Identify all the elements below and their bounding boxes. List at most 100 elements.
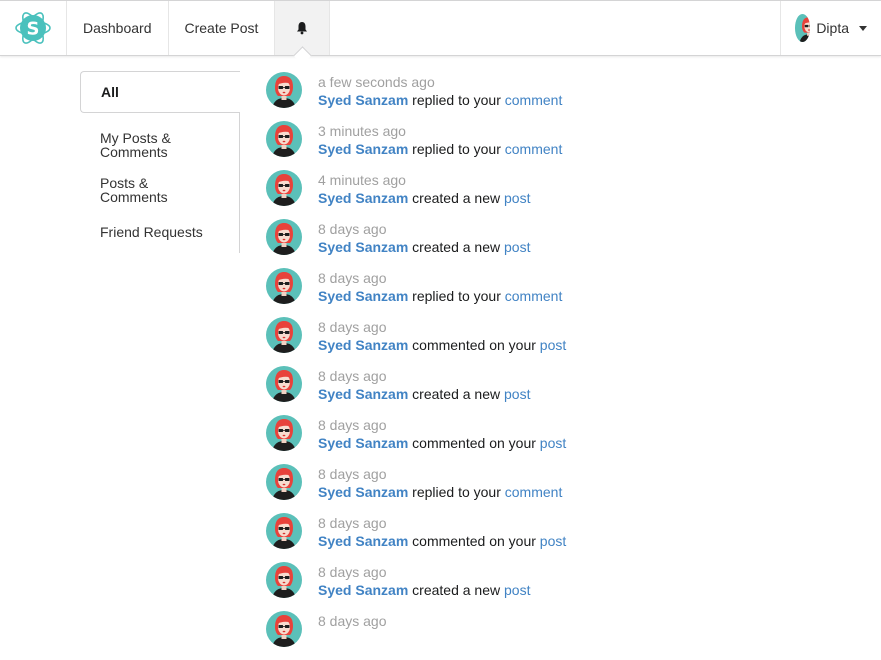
filter-posts-comments[interactable]: Posts & Comments	[80, 169, 239, 211]
feed-date: 8 days ago	[318, 319, 387, 335]
feed-summary: Syed Sanzam replied to your comment	[318, 287, 562, 305]
feed-summary: Syed Sanzam replied to your comment	[318, 140, 562, 158]
target-link[interactable]: post	[540, 337, 566, 353]
actor-link[interactable]: Syed Sanzam	[318, 386, 408, 402]
target-link[interactable]: post	[540, 533, 566, 549]
feed-date: 8 days ago	[318, 221, 387, 237]
feed-summary: Syed Sanzam replied to your comment	[318, 483, 562, 501]
target-link[interactable]: comment	[505, 92, 563, 108]
notification-filter-sidebar: All My Posts & Comments Posts & Comments…	[80, 71, 240, 253]
nav-dashboard[interactable]: Dashboard	[67, 1, 169, 55]
feed-content: 4 minutes ago Syed Sanzam created a new p…	[318, 172, 530, 207]
actor-link[interactable]: Syed Sanzam	[318, 582, 408, 598]
actor-link[interactable]: Syed Sanzam	[318, 337, 408, 353]
target-link[interactable]: comment	[505, 141, 563, 157]
atom-s-logo-icon: S	[15, 12, 51, 44]
bell-icon	[297, 22, 308, 35]
target-link[interactable]: comment	[505, 288, 563, 304]
action-text: created a new	[412, 239, 501, 255]
filter-my-posts-comments-label: My Posts & Comments	[100, 130, 171, 160]
filter-all-label: All	[101, 84, 119, 100]
feed-content: 8 days ago Syed Sanzam replied to your co…	[318, 270, 562, 305]
feed-content: a few seconds ago Syed Sanzam replied to …	[318, 74, 562, 109]
feed-content: 3 minutes ago Syed Sanzam replied to your…	[318, 123, 562, 158]
feed-summary: Syed Sanzam created a new post	[318, 581, 530, 599]
actor-avatar[interactable]	[266, 72, 302, 108]
actor-avatar[interactable]	[266, 415, 302, 451]
feed-summary: Syed Sanzam created a new post	[318, 238, 530, 256]
feed-item: 8 days ago Syed Sanzam created a new post	[266, 219, 826, 268]
action-text: replied to your	[412, 141, 501, 157]
feed-date: 3 minutes ago	[318, 123, 406, 139]
target-link[interactable]: post	[504, 582, 530, 598]
action-text: commented on your	[412, 533, 536, 549]
notification-feed: a few seconds ago Syed Sanzam replied to …	[266, 72, 826, 660]
svg-text:S: S	[27, 19, 40, 40]
user-menu-dropdown[interactable]: Dipta	[780, 1, 881, 55]
target-link[interactable]: post	[504, 386, 530, 402]
actor-avatar[interactable]	[266, 366, 302, 402]
caret-down-icon	[859, 25, 867, 31]
feed-item: 8 days ago Syed Sanzam replied to your co…	[266, 464, 826, 513]
feed-date: 8 days ago	[318, 564, 387, 580]
feed-summary: Syed Sanzam commented on your post	[318, 434, 566, 452]
filter-my-posts-comments[interactable]: My Posts & Comments	[80, 113, 239, 169]
actor-avatar[interactable]	[266, 464, 302, 500]
feed-content: 8 days ago Syed Sanzam commented on your …	[318, 515, 566, 550]
target-link[interactable]: post	[540, 435, 566, 451]
feed-content: 8 days ago Syed Sanzam commented on your …	[318, 319, 566, 354]
feed-item: 3 minutes ago Syed Sanzam replied to your…	[266, 121, 826, 170]
action-text: created a new	[412, 386, 501, 402]
feed-date: 8 days ago	[318, 613, 387, 629]
feed-item: 8 days ago	[266, 611, 826, 660]
feed-content: 8 days ago Syed Sanzam created a new post	[318, 564, 530, 599]
actor-avatar[interactable]	[266, 611, 302, 647]
feed-item: 8 days ago Syed Sanzam commented on your …	[266, 415, 826, 464]
nav-notifications[interactable]	[275, 1, 331, 55]
actor-avatar[interactable]	[266, 121, 302, 157]
action-text: replied to your	[412, 92, 501, 108]
feed-summary: Syed Sanzam created a new post	[318, 385, 530, 403]
feed-date: 4 minutes ago	[318, 172, 406, 188]
actor-avatar[interactable]	[266, 513, 302, 549]
actor-link[interactable]: Syed Sanzam	[318, 533, 408, 549]
target-link[interactable]: post	[504, 239, 530, 255]
action-text: created a new	[412, 190, 501, 206]
feed-content: 8 days ago Syed Sanzam replied to your co…	[318, 466, 562, 501]
actor-link[interactable]: Syed Sanzam	[318, 190, 408, 206]
actor-avatar[interactable]	[266, 268, 302, 304]
feed-item: 8 days ago Syed Sanzam commented on your …	[266, 317, 826, 366]
feed-date: 8 days ago	[318, 270, 387, 286]
feed-date: 8 days ago	[318, 417, 387, 433]
filter-all[interactable]: All	[80, 71, 240, 113]
actor-link[interactable]: Syed Sanzam	[318, 92, 408, 108]
actor-link[interactable]: Syed Sanzam	[318, 239, 408, 255]
feed-summary: Syed Sanzam replied to your comment	[318, 91, 562, 109]
actor-avatar[interactable]	[266, 317, 302, 353]
app-logo[interactable]: S	[0, 1, 67, 55]
actor-avatar[interactable]	[266, 170, 302, 206]
feed-item: 8 days ago Syed Sanzam replied to your co…	[266, 268, 826, 317]
feed-content: 8 days ago	[318, 613, 387, 630]
actor-avatar[interactable]	[266, 562, 302, 598]
filter-friend-requests[interactable]: Friend Requests	[80, 211, 239, 253]
feed-date: 8 days ago	[318, 466, 387, 482]
actor-link[interactable]: Syed Sanzam	[318, 288, 408, 304]
user-name: Dipta	[816, 20, 849, 36]
feed-item: a few seconds ago Syed Sanzam replied to …	[266, 72, 826, 121]
target-link[interactable]: comment	[505, 484, 563, 500]
target-link[interactable]: post	[504, 190, 530, 206]
action-text: created a new	[412, 582, 501, 598]
nav-create-post[interactable]: Create Post	[169, 1, 276, 55]
actor-avatar[interactable]	[266, 219, 302, 255]
feed-item: 4 minutes ago Syed Sanzam created a new p…	[266, 170, 826, 219]
action-text: replied to your	[412, 288, 501, 304]
user-avatar	[795, 14, 810, 42]
actor-link[interactable]: Syed Sanzam	[318, 484, 408, 500]
feed-content: 8 days ago Syed Sanzam commented on your …	[318, 417, 566, 452]
top-navbar: S Dashboard Create Post Dipta	[0, 0, 881, 56]
feed-content: 8 days ago Syed Sanzam created a new post	[318, 221, 530, 256]
actor-link[interactable]: Syed Sanzam	[318, 435, 408, 451]
actor-link[interactable]: Syed Sanzam	[318, 141, 408, 157]
